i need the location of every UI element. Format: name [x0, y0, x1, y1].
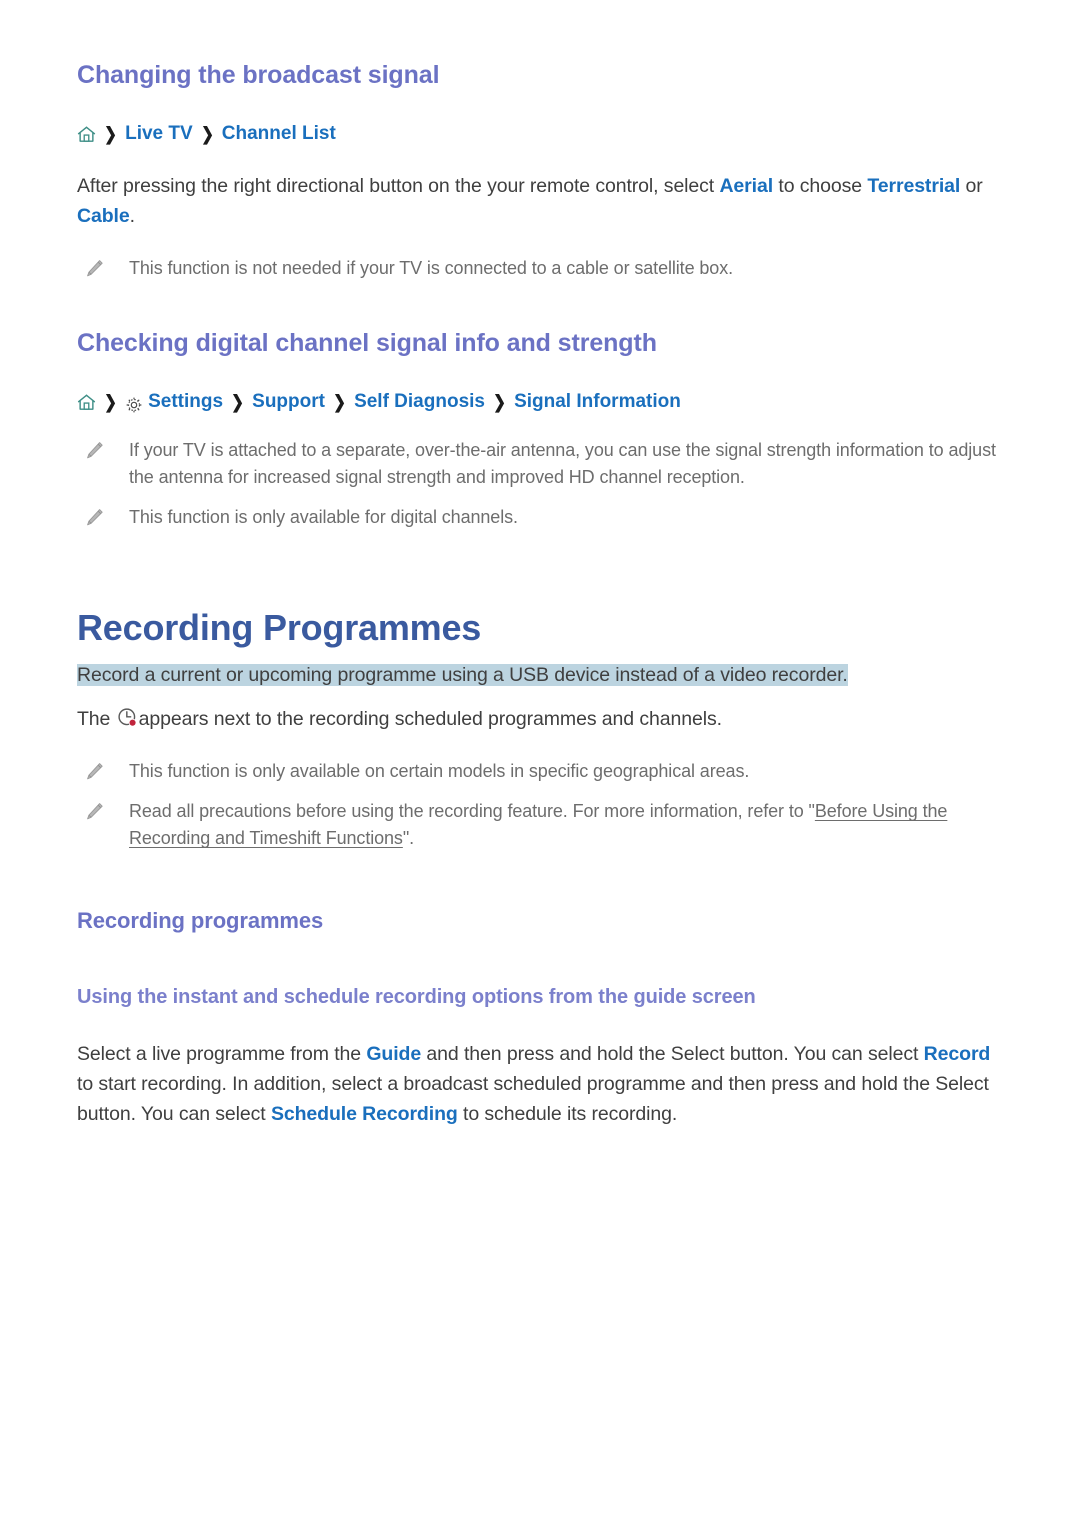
paragraph-text: to schedule its recording.: [457, 1102, 678, 1125]
note-item: This function is only available on certa…: [77, 758, 1007, 785]
pencil-icon: [83, 258, 105, 280]
document-page: Changing the broadcast signal ❯ Live TV …: [0, 0, 1080, 1527]
breadcrumb-item-channel-list[interactable]: Channel List: [222, 124, 336, 143]
note-suffix: ".: [402, 828, 415, 849]
paragraph-text: to choose: [773, 175, 868, 197]
pencil-icon: [83, 801, 105, 823]
paragraph-text: After pressing the right directional but…: [77, 175, 720, 197]
paragraph-instant-schedule-recording: Select a live programme from the Guide a…: [77, 1039, 1007, 1129]
chevron-right-icon: ❯: [333, 391, 346, 412]
link-aerial[interactable]: Aerial: [719, 175, 773, 197]
note-item: Read all precautions before using the re…: [77, 798, 1007, 852]
breadcrumb-item-settings[interactable]: Settings: [148, 392, 223, 411]
link-guide[interactable]: Guide: [366, 1043, 421, 1065]
breadcrumb-item-live-tv[interactable]: Live TV: [125, 124, 193, 143]
home-icon: [77, 125, 96, 144]
topic-heading-instant-schedule-recording: Using the instant and schedule recording…: [77, 985, 756, 1008]
chapter-summary: Record a current or upcoming programme u…: [77, 660, 1007, 690]
document-content: Changing the broadcast signal ❯ Live TV …: [77, 60, 1007, 1129]
breadcrumb-item-self-diagnosis[interactable]: Self Diagnosis: [354, 392, 485, 411]
record-clock-icon: [117, 707, 138, 728]
chevron-right-icon: ❯: [104, 123, 117, 144]
note-text: If your TV is attached to a separate, ov…: [129, 440, 996, 487]
link-terrestrial[interactable]: Terrestrial: [867, 175, 960, 197]
breadcrumb-item-support[interactable]: Support: [252, 392, 325, 411]
link-cable[interactable]: Cable: [77, 205, 130, 227]
pencil-icon: [83, 440, 105, 462]
note-item: If your TV is attached to a separate, ov…: [77, 437, 1007, 491]
paragraph-text: and then press and hold the Select butto…: [421, 1042, 924, 1065]
section-heading-changing-broadcast-signal: Changing the broadcast signal: [77, 61, 440, 89]
link-schedule-recording[interactable]: Schedule Recording: [271, 1103, 458, 1125]
link-record[interactable]: Record: [924, 1043, 991, 1065]
pencil-icon: [83, 507, 105, 529]
home-icon: [77, 393, 96, 412]
note-text: This function is only available on certa…: [129, 761, 750, 782]
note-item: This function is only available for digi…: [77, 504, 1007, 531]
sentence-prefix: The: [77, 708, 116, 731]
page-title-recording-programmes: Recording Programmes: [77, 607, 482, 648]
breadcrumb-item-signal-information[interactable]: Signal Information: [514, 392, 681, 411]
sentence-suffix: appears next to the recording scheduled …: [138, 708, 722, 731]
breadcrumb-live-tv-channel-list[interactable]: ❯ Live TV ❯ Channel List: [77, 124, 1007, 143]
breadcrumb-settings-signal-information[interactable]: ❯ Settings ❯ Support ❯ Self Diagnosis ❯ …: [77, 391, 1007, 414]
highlighted-summary-text: Record a current or upcoming programme u…: [77, 664, 848, 687]
note-item: This function is not needed if your TV i…: [77, 255, 1007, 282]
section-heading-checking-digital-channel-signal: Checking digital channel signal info and…: [77, 329, 657, 357]
chevron-right-icon: ❯: [200, 123, 214, 144]
record-icon-sentence: The appears next to the recording schedu…: [77, 704, 1007, 734]
note-prefix: Read all precautions before using the re…: [129, 801, 815, 822]
paragraph-text: .: [129, 205, 135, 227]
note-text: Read all precautions before using the re…: [129, 798, 1007, 852]
chevron-right-icon: ❯: [104, 391, 117, 412]
paragraph-changing-broadcast-signal: After pressing the right directional but…: [77, 171, 1007, 231]
pencil-icon: [83, 761, 105, 783]
note-text: This function is only available for digi…: [129, 507, 518, 527]
chevron-right-icon: ❯: [231, 391, 245, 412]
paragraph-text: Select a live programme from the: [77, 1042, 367, 1065]
paragraph-text: or: [960, 175, 983, 197]
note-text: This function is not needed if your TV i…: [129, 258, 734, 278]
subsection-heading-recording-programmes: Recording programmes: [77, 908, 324, 934]
chevron-right-icon: ❯: [493, 391, 506, 412]
gear-icon: [125, 396, 143, 414]
